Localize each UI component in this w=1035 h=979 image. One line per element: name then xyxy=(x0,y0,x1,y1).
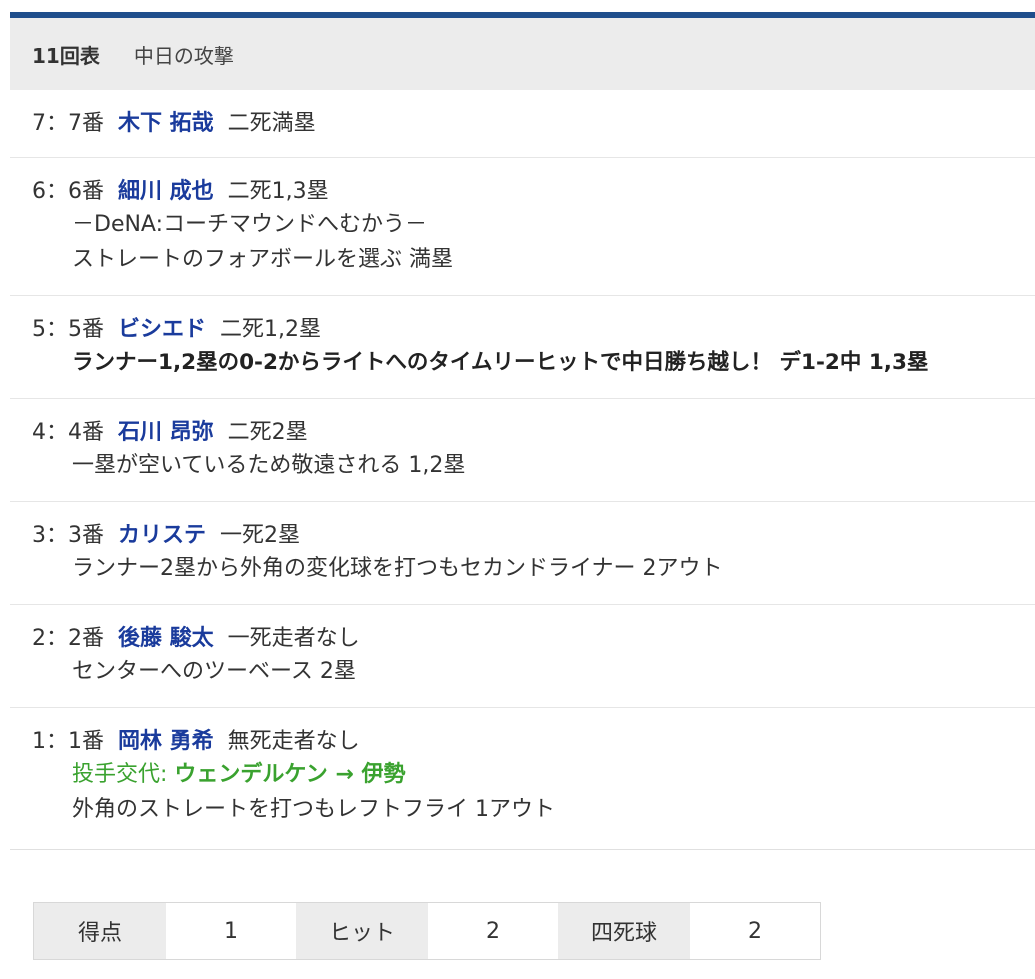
batting-order: 6：6番 xyxy=(32,179,104,204)
play-detail: 外角のストレートを打つもレフトフライ 1アウト xyxy=(72,797,555,822)
play-by-play-panel: 11回表 中日の攻撃 7：7番 木下 拓哉 二死満塁 6：6番 細川 成也 二死1,3塁… xyxy=(10,12,1035,850)
inning-label: 11回表 xyxy=(32,43,100,68)
pitching-change-label: 投手交代: xyxy=(72,762,175,787)
batting-order: 3：3番 xyxy=(32,523,104,548)
inning-summary-table: 得点 1 ヒット 2 四死球 2 xyxy=(33,902,821,960)
play-detail: センターへのツーベース 2塁 xyxy=(72,659,356,684)
batter-name-link[interactable]: 岡林 勇希 xyxy=(118,729,214,754)
summary-label-walks: 四死球 xyxy=(558,903,690,959)
batting-order: 1：1番 xyxy=(32,729,104,754)
summary-label-runs: 得点 xyxy=(34,903,166,959)
out-runner-situation: 二死1,3塁 xyxy=(227,179,329,204)
out-runner-situation: 一死2塁 xyxy=(220,523,301,548)
batter-name-link[interactable]: 細川 成也 xyxy=(118,179,214,204)
out-runner-situation: 二死2塁 xyxy=(227,420,308,445)
summary-value-hits: 2 xyxy=(428,903,558,959)
out-runner-situation: 二死満塁 xyxy=(227,111,316,136)
play-detail: ストレートのフォアボールを選ぶ 満塁 xyxy=(72,247,453,272)
batter-name-link[interactable]: カリステ xyxy=(118,523,206,548)
plate-appearance: 1：1番 岡林 勇希 無死走者なし 投手交代: ウェンデルケン → 伊勢 外角のスト… xyxy=(10,708,1035,850)
batting-order: 4：4番 xyxy=(32,420,104,445)
batter-name-link[interactable]: 後藤 駿太 xyxy=(118,626,214,651)
out-runner-situation: 一死走者なし xyxy=(227,626,360,651)
plate-appearance: 7：7番 木下 拓哉 二死満塁 xyxy=(10,90,1035,158)
plate-appearance: 2：2番 後藤 駿太 一死走者なし センターへのツーベース 2塁 xyxy=(10,605,1035,708)
attacking-team-label: 中日の攻撃 xyxy=(133,43,234,68)
plate-appearance: 6：6番 細川 成也 二死1,3塁 －DeNA:コーチマウンドへむかう－ ストレート… xyxy=(10,158,1035,296)
play-detail: 一塁が空いているため敬遠される 1,2塁 xyxy=(72,453,466,478)
plate-appearance: 5：5番 ビシエド 二死1,2塁 ランナー1,2塁の0-2からライトへのタイムリーヒ… xyxy=(10,296,1035,399)
play-detail-highlight: ランナー1,2塁の0-2からライトへのタイムリーヒットで中日勝ち越し！ デ1-2… xyxy=(72,350,929,375)
plate-appearance: 4：4番 石川 昂弥 二死2塁 一塁が空いているため敬遠される 1,2塁 xyxy=(10,399,1035,502)
play-detail: ランナー2塁から外角の変化球を打つもセカンドライナー 2アウト xyxy=(72,556,723,581)
batting-order: 2：2番 xyxy=(32,626,104,651)
batter-name-link[interactable]: 石川 昂弥 xyxy=(118,420,214,445)
out-runner-situation: 二死1,2塁 xyxy=(220,317,322,342)
pitching-change-names: ウェンデルケン → 伊勢 xyxy=(174,762,406,787)
batter-name-link[interactable]: ビシエド xyxy=(118,317,206,342)
summary-label-hits: ヒット xyxy=(296,903,428,959)
play-detail: －DeNA:コーチマウンドへむかう－ xyxy=(72,212,428,237)
batter-name-link[interactable]: 木下 拓哉 xyxy=(118,111,214,136)
summary-value-walks: 2 xyxy=(690,903,820,959)
batting-order: 5：5番 xyxy=(32,317,104,342)
pitching-change: 投手交代: ウェンデルケン → 伊勢 xyxy=(72,757,1035,792)
plate-appearance: 3：3番 カリステ 一死2塁 ランナー2塁から外角の変化球を打つもセカンドライナー … xyxy=(10,502,1035,605)
out-runner-situation: 無死走者なし xyxy=(227,729,360,754)
inning-header: 11回表 中日の攻撃 xyxy=(10,18,1035,90)
batting-order: 7：7番 xyxy=(32,111,104,136)
summary-value-runs: 1 xyxy=(166,903,296,959)
